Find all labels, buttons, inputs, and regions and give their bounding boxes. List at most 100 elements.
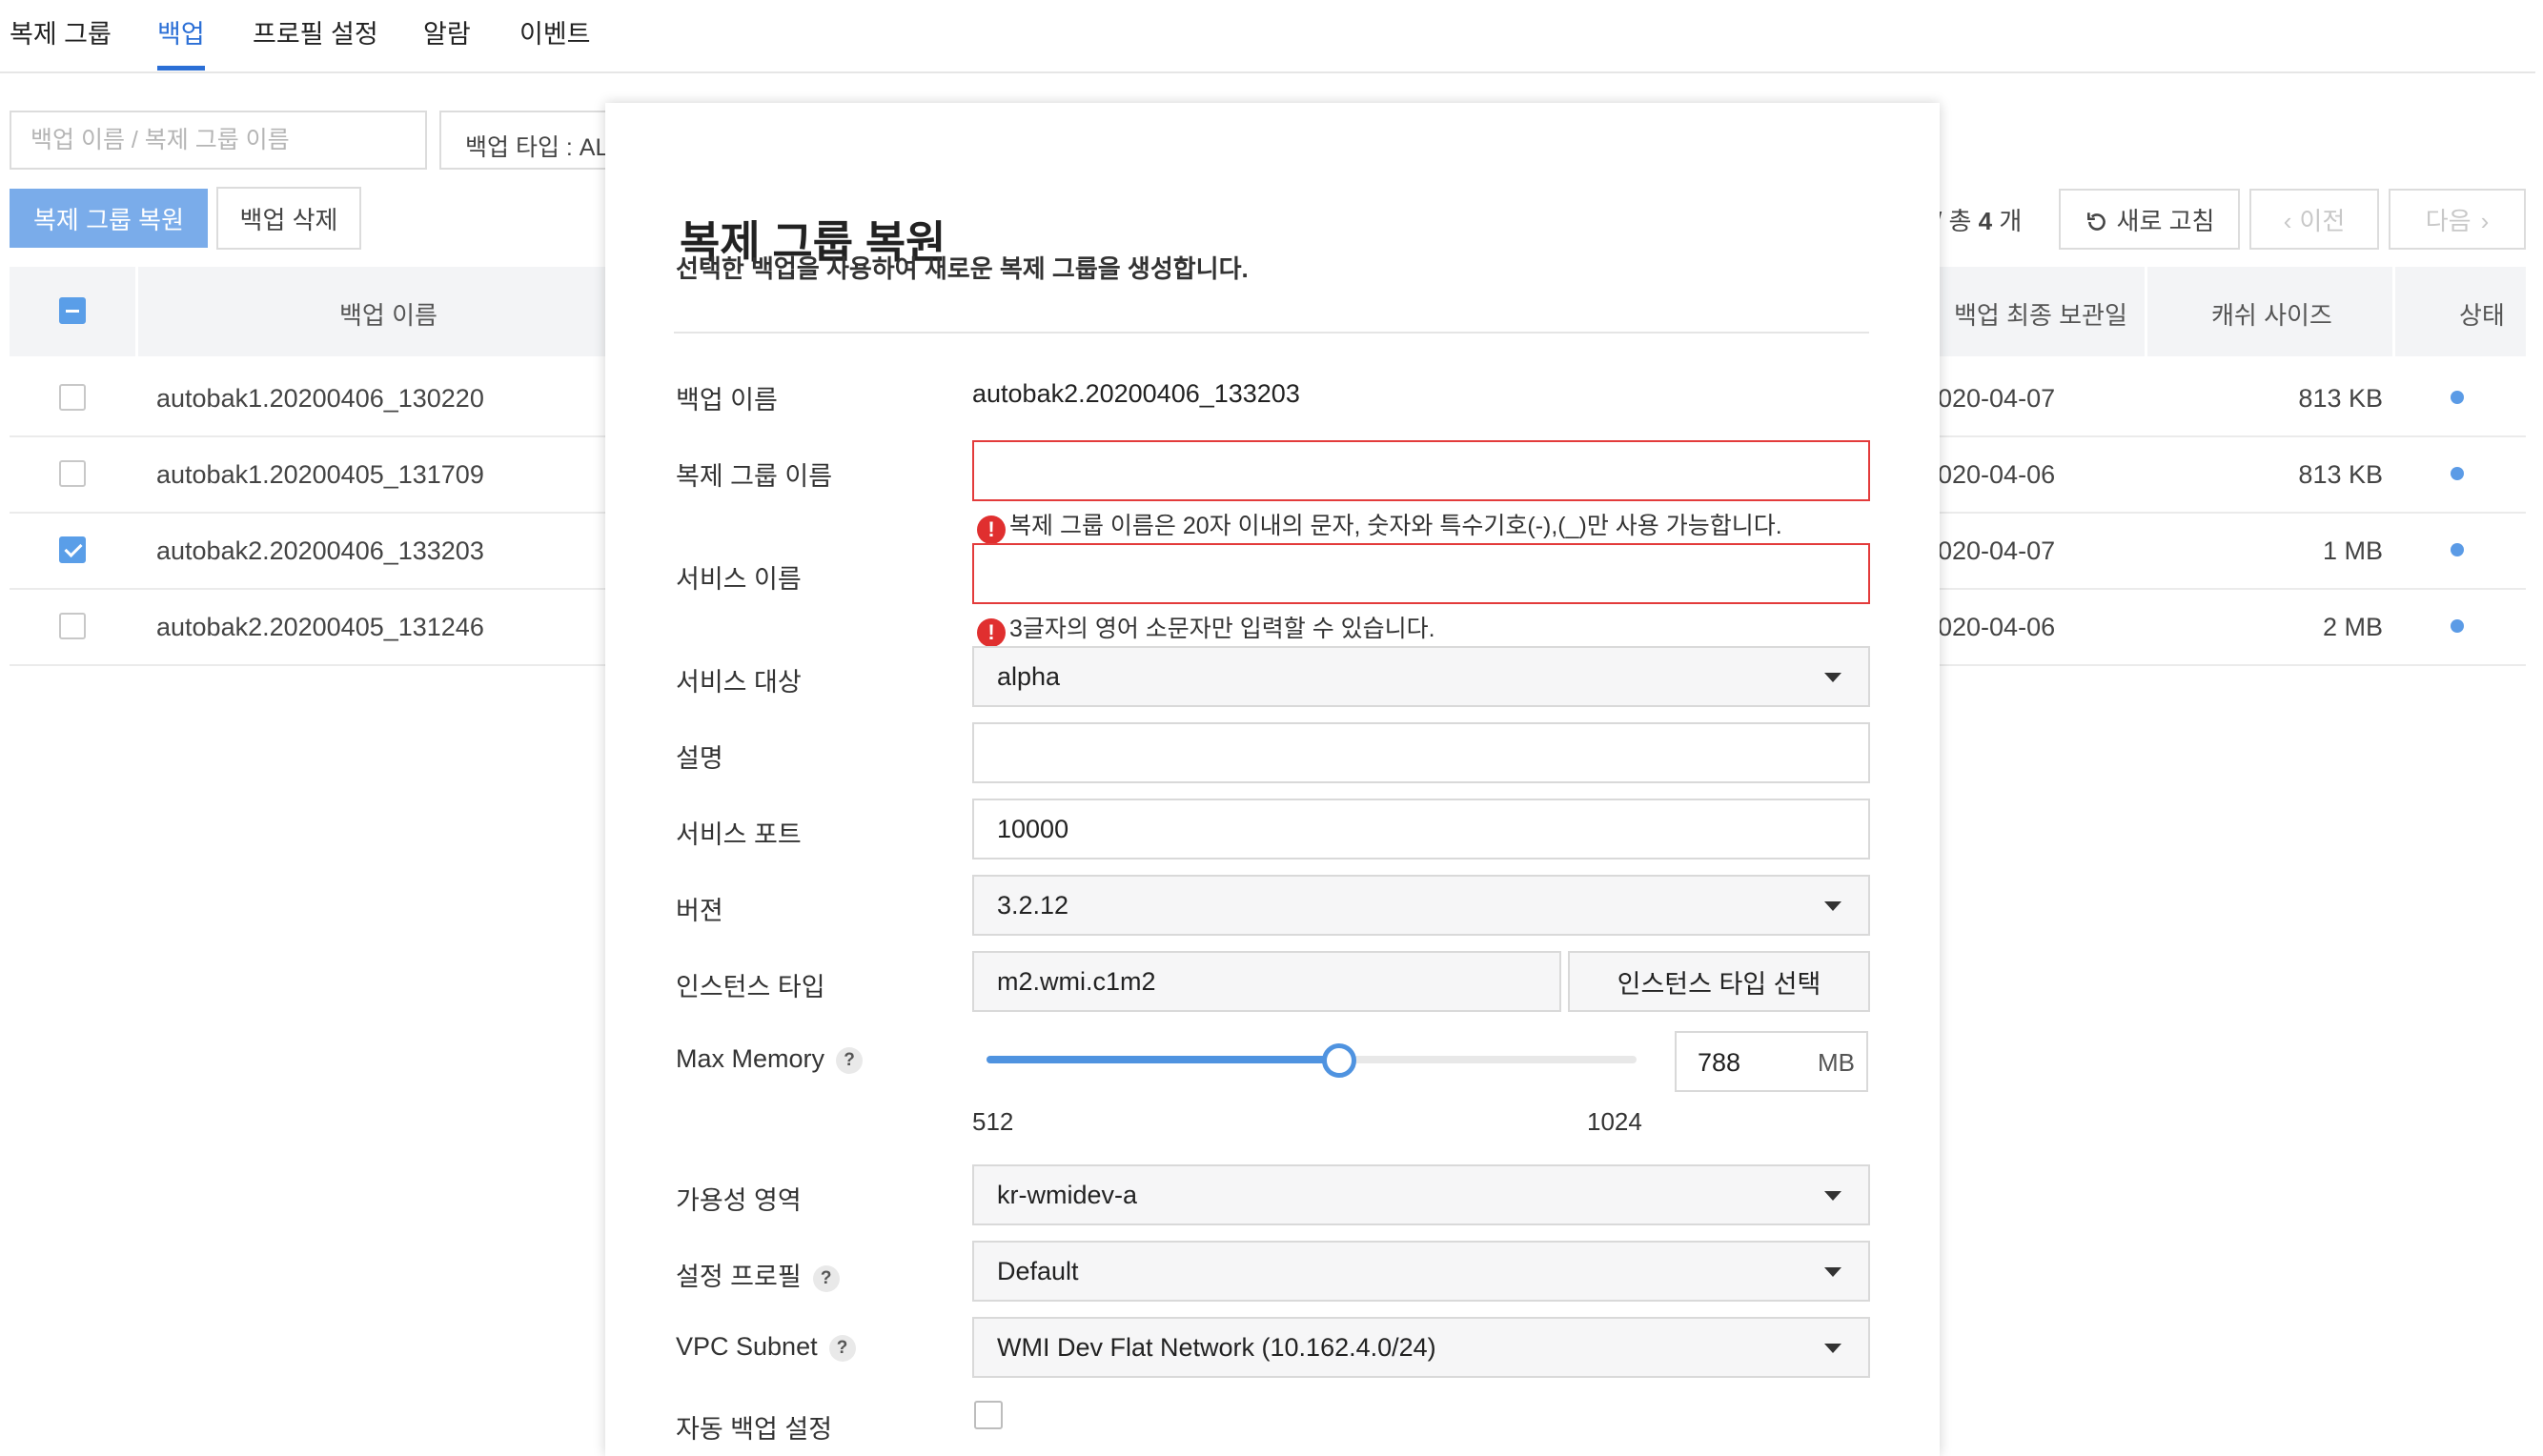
- retention-date-cell: 020-04-07: [1938, 536, 2056, 565]
- status-dot-icon: [2451, 619, 2464, 633]
- auto-backup-label: 자동 백업 설정: [676, 1415, 833, 1444]
- instance-type-field[interactable]: m2.wmi.c1m2: [972, 951, 1561, 1012]
- description-input[interactable]: [972, 722, 1870, 783]
- version-select[interactable]: 3.2.12: [972, 875, 1870, 936]
- config-profile-value: Default: [997, 1257, 1079, 1285]
- tab-alarm[interactable]: 알람: [423, 13, 471, 51]
- status-dot-icon: [2451, 391, 2464, 404]
- row-checkbox[interactable]: [59, 384, 86, 411]
- memory-value-input[interactable]: 788 MB: [1675, 1031, 1868, 1092]
- cache-size-cell: 2 MB: [2322, 613, 2383, 641]
- instance-type-label: 인스턴스 타입: [676, 973, 825, 1001]
- select-all-checkbox[interactable]: [59, 297, 86, 324]
- backup-name-cell: autobak2.20200406_133203: [156, 536, 484, 565]
- delete-backup-button[interactable]: 백업 삭제: [216, 187, 361, 250]
- service-target-label: 서비스 대상: [676, 668, 802, 697]
- column-divider: [135, 267, 138, 356]
- column-backup-name[interactable]: 백업 이름: [339, 296, 437, 332]
- select-instance-type-button[interactable]: 인스턴스 타입 선택: [1568, 951, 1870, 1012]
- backup-name-value: autobak2.20200406_133203: [972, 379, 1300, 408]
- column-divider: [2145, 267, 2147, 356]
- error-icon: !: [977, 618, 1006, 647]
- refresh-icon: [2085, 207, 2109, 236]
- auto-backup-checkbox[interactable]: [974, 1401, 1003, 1429]
- service-port-label: 서비스 포트: [676, 820, 802, 849]
- refresh-button[interactable]: 새로 고침: [2059, 189, 2240, 250]
- service-port-input[interactable]: [972, 799, 1870, 859]
- instance-type-value: m2.wmi.c1m2: [997, 967, 1156, 996]
- caret-down-icon: [1824, 1344, 1841, 1353]
- count-suffix: 개: [1999, 207, 2023, 235]
- service-name-label: 서비스 이름: [676, 565, 802, 594]
- chevron-left-icon: ‹: [2283, 206, 2292, 235]
- row-checkbox[interactable]: [59, 460, 86, 487]
- max-memory-label-text: Max Memory: [676, 1044, 825, 1073]
- vpc-subnet-select[interactable]: WMI Dev Flat Network (10.162.4.0/24): [972, 1317, 1870, 1378]
- backup-type-filter[interactable]: 백업 타입 : AL: [439, 111, 630, 170]
- memory-slider-handle[interactable]: [1322, 1043, 1357, 1078]
- memory-slider-fill: [987, 1056, 1338, 1063]
- help-icon[interactable]: ?: [812, 1265, 840, 1292]
- availability-zone-value: kr-wmidev-a: [997, 1181, 1138, 1209]
- config-profile-label-text: 설정 프로필: [676, 1263, 802, 1291]
- retention-date-cell: 020-04-06: [1938, 613, 2056, 641]
- help-icon[interactable]: ?: [836, 1047, 864, 1074]
- cache-size-cell: 1 MB: [2322, 536, 2383, 565]
- description-label: 설명: [676, 744, 723, 773]
- chevron-right-icon: ›: [2480, 206, 2490, 235]
- backup-name-cell: autobak1.20200406_130220: [156, 384, 484, 413]
- tab-backup[interactable]: 백업: [157, 13, 205, 71]
- refresh-label: 새로 고침: [2116, 206, 2215, 235]
- group-name-error: ! 복제 그룹 이름은 20자 이내의 문자, 숫자와 특수기호(-),(_)만 …: [977, 507, 1782, 544]
- config-profile-select[interactable]: Default: [972, 1241, 1870, 1302]
- vpc-subnet-value: WMI Dev Flat Network (10.162.4.0/24): [997, 1333, 1436, 1362]
- backup-name-cell: autobak1.20200405_131709: [156, 460, 484, 489]
- memory-value: 788: [1698, 1048, 1741, 1077]
- total-count: / 총 4 개: [1935, 202, 2022, 237]
- max-memory-label: Max Memory?: [676, 1044, 864, 1074]
- error-icon: !: [977, 516, 1006, 544]
- row-checkbox[interactable]: [59, 536, 86, 563]
- version-label: 버젼: [676, 897, 723, 925]
- availability-zone-label: 가용성 영역: [676, 1186, 802, 1215]
- dialog-description: 선택한 백업을 사용하여 새로운 복제 그룹을 생성합니다.: [676, 254, 1249, 283]
- next-page-button[interactable]: 다음 ›: [2389, 189, 2526, 250]
- service-name-input[interactable]: [972, 543, 1870, 604]
- vpc-subnet-label-text: VPC Subnet: [676, 1332, 818, 1361]
- caret-down-icon: [1824, 1191, 1841, 1201]
- column-status[interactable]: 상태: [2459, 296, 2505, 332]
- help-icon[interactable]: ?: [828, 1335, 856, 1362]
- caret-down-icon: [1824, 1267, 1841, 1277]
- count-prefix: / 총: [1935, 207, 1972, 235]
- memory-min-label: 512: [972, 1107, 1014, 1136]
- backup-name-label: 백업 이름: [676, 386, 778, 415]
- column-cache-size[interactable]: 캐쉬 사이즈: [2211, 296, 2332, 332]
- tab-replica-group[interactable]: 복제 그룹: [10, 13, 112, 51]
- dialog-divider: [674, 332, 1869, 334]
- prev-page-button[interactable]: ‹ 이전: [2249, 189, 2379, 250]
- column-retention-date[interactable]: 백업 최종 보관일: [1954, 296, 2127, 332]
- retention-date-cell: 020-04-07: [1938, 384, 2056, 413]
- service-name-error: ! 3글자의 영어 소문자만 입력할 수 있습니다.: [977, 610, 1435, 647]
- cache-size-cell: 813 KB: [2298, 384, 2383, 413]
- memory-slider[interactable]: [987, 1043, 1637, 1078]
- tab-event[interactable]: 이벤트: [519, 13, 591, 51]
- availability-zone-select[interactable]: kr-wmidev-a: [972, 1164, 1870, 1225]
- row-checkbox[interactable]: [59, 613, 86, 639]
- service-name-error-text: 3글자의 영어 소문자만 입력할 수 있습니다.: [1009, 616, 1435, 642]
- caret-down-icon: [1824, 901, 1841, 911]
- dialog-content: 선택한 백업을 사용하여 새로운 복제 그룹을 생성합니다. 백업 이름 aut…: [605, 0, 1940, 1448]
- status-dot-icon: [2451, 467, 2464, 480]
- memory-unit: MB: [1818, 1048, 1855, 1077]
- config-profile-label: 설정 프로필?: [676, 1256, 840, 1293]
- service-target-select[interactable]: alpha: [972, 646, 1870, 707]
- caret-down-icon: [1824, 673, 1841, 682]
- group-name-error-text: 복제 그룹 이름은 20자 이내의 문자, 숫자와 특수기호(-),(_)만 사…: [1009, 513, 1782, 539]
- service-target-value: alpha: [997, 662, 1061, 691]
- group-name-input[interactable]: [972, 440, 1870, 501]
- memory-max-label: 1024: [1587, 1107, 1642, 1136]
- tab-profile-settings[interactable]: 프로필 설정: [253, 13, 378, 51]
- column-divider: [2392, 267, 2395, 356]
- restore-replica-group-button[interactable]: 복제 그룹 복원: [10, 189, 208, 248]
- search-input[interactable]: [10, 111, 427, 170]
